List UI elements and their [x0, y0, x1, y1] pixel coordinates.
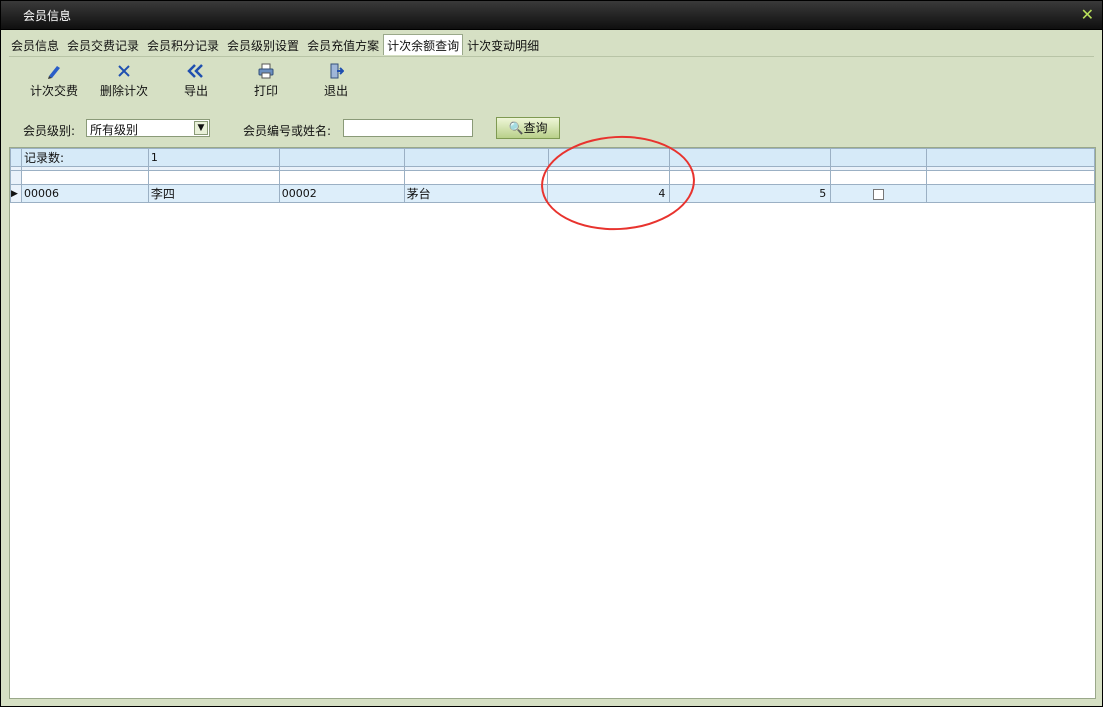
window-title: 会员信息	[23, 9, 72, 23]
member-level-value: 所有级别	[90, 123, 139, 137]
footer-row: 记录数: 1	[10, 148, 1095, 167]
limit-date-checkbox[interactable]	[873, 188, 885, 200]
filter-cell[interactable]	[547, 170, 671, 185]
export-button[interactable]: 导出	[166, 63, 226, 99]
filter-cell[interactable]	[830, 170, 928, 185]
search-icon: 🔍	[508, 121, 524, 135]
footer-cell	[830, 148, 928, 167]
x-icon	[118, 65, 130, 77]
cell-item-name[interactable]: 茅台	[403, 184, 549, 203]
exit-button[interactable]: 退出	[306, 63, 366, 99]
cell-remaining-count[interactable]: 4	[547, 184, 671, 203]
print-label: 打印	[253, 84, 278, 98]
print-button[interactable]: 打印	[236, 63, 296, 99]
member-level-label: 会员级别:	[23, 124, 76, 138]
balance-grid: 会员编号 会员姓名 项目编号 项目名称 剩余次数 最后充值次数 限制日期 到期日…	[9, 147, 1096, 699]
search-label: 查询	[523, 121, 548, 135]
current-row-indicator-icon: ▶	[10, 184, 22, 203]
close-icon[interactable]: ✕	[1081, 5, 1094, 24]
filter-cell[interactable]	[926, 170, 1095, 185]
pay-count-button[interactable]: 计次交费	[24, 63, 84, 99]
pen-icon	[48, 66, 60, 79]
footer-table: 记录数: 1	[10, 148, 1095, 167]
cell-limit-date[interactable]	[830, 184, 928, 203]
footer-cell	[926, 148, 1095, 167]
tab-member-recharge-plans[interactable]: 会员充值方案	[303, 34, 383, 55]
pay-count-label: 计次交费	[29, 84, 78, 98]
tab-member-payment-records[interactable]: 会员交费记录	[63, 34, 143, 55]
id-name-label: 会员编号或姓名:	[243, 124, 332, 138]
filter-bar: 会员级别: 所有级别 ▼ 会员编号或姓名: 🔍查询	[9, 109, 1094, 147]
title-bar: 会员信息 ✕	[1, 1, 1102, 30]
tab-count-change-details[interactable]: 计次变动明细	[463, 34, 543, 55]
toolbar: 计次交费 删除计次 导出 打印 退出	[9, 56, 1094, 105]
footer-cell	[547, 148, 671, 167]
tab-count-balance-query[interactable]: 计次余额查询	[383, 34, 464, 55]
tab-member-info[interactable]: 会员信息	[7, 34, 63, 55]
footer-indicator	[10, 148, 22, 167]
tab-strip: 会员信息 会员交费记录 会员积分记录 会员级别设置 会员充值方案 计次余额查询 …	[7, 34, 543, 55]
search-button[interactable]: 🔍查询	[496, 117, 560, 139]
member-info-window: 会员信息 ✕ 会员信息 会员交费记录 会员积分记录 会员级别设置 会员充值方案 …	[0, 0, 1103, 707]
export-label: 导出	[183, 84, 208, 98]
chevron-down-icon[interactable]: ▼	[194, 121, 208, 135]
id-name-input[interactable]	[343, 119, 473, 137]
cell-member-name[interactable]: 李四	[147, 184, 280, 203]
tab-member-points-records[interactable]: 会员积分记录	[143, 34, 223, 55]
printer-icon	[258, 63, 274, 79]
cell-member-id[interactable]: 00006	[20, 184, 149, 203]
delete-count-button[interactable]: 删除计次	[94, 63, 154, 99]
filter-row	[10, 170, 1095, 185]
row-indicator	[10, 170, 22, 185]
delete-count-label: 删除计次	[99, 84, 148, 98]
filter-cell[interactable]	[669, 170, 832, 185]
exit-door-icon	[330, 63, 344, 79]
table-row[interactable]: ▶ 00006 李四 00002 茅台 4 5	[10, 184, 1095, 203]
footer-record-count-label: 记录数:	[20, 148, 149, 167]
member-level-select[interactable]: 所有级别 ▼	[86, 119, 210, 137]
double-chevron-left-icon	[187, 64, 203, 78]
tab-member-level-settings[interactable]: 会员级别设置	[223, 34, 303, 55]
filter-cell[interactable]	[147, 170, 280, 185]
cell-item-id[interactable]: 00002	[278, 184, 405, 203]
footer-cell	[669, 148, 832, 167]
cell-expire-date[interactable]	[926, 184, 1095, 203]
exit-label: 退出	[323, 84, 348, 98]
filter-cell[interactable]	[278, 170, 405, 185]
footer-cell	[403, 148, 549, 167]
cell-last-recharge-count[interactable]: 5	[669, 184, 832, 203]
filter-cell[interactable]	[403, 170, 549, 185]
footer-record-count: 1	[147, 148, 280, 167]
filter-cell[interactable]	[20, 170, 149, 185]
footer-cell	[278, 148, 405, 167]
